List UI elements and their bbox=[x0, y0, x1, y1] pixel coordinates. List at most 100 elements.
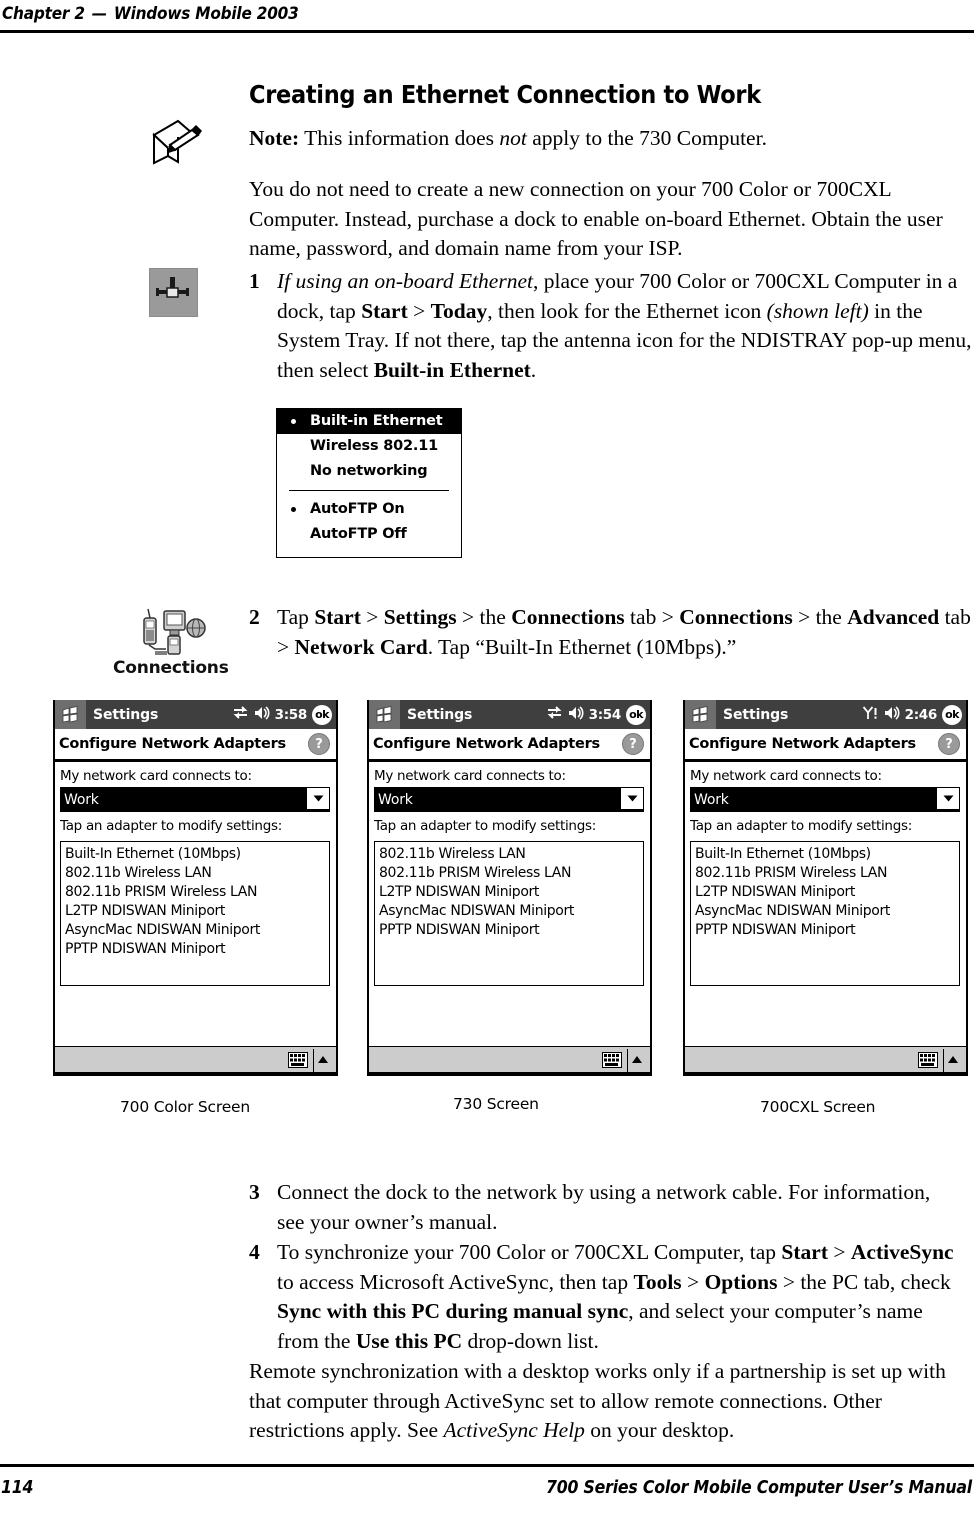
sip-expand-icon[interactable] bbox=[632, 1056, 642, 1063]
list-item[interactable]: PPTP NDISWAN Miniport bbox=[695, 921, 959, 940]
adapter-listbox[interactable]: Built-In Ethernet (10Mbps) 802.11b PRISM… bbox=[690, 841, 960, 986]
list-item[interactable]: 802.11b PRISM Wireless LAN bbox=[65, 883, 329, 902]
sip-expand-icon[interactable] bbox=[948, 1056, 958, 1063]
pda-page-header: Configure Network Adapters ? bbox=[685, 729, 966, 762]
menu-item-label: Wireless 802.11 bbox=[310, 438, 439, 454]
sync-arrows-icon[interactable] bbox=[547, 705, 563, 724]
step-4-bold-tools: Tools bbox=[633, 1269, 682, 1294]
step-2-text-2: tab > bbox=[624, 605, 680, 629]
step-4-gt-1: > bbox=[827, 1240, 851, 1264]
menu-item-autoftp-on[interactable]: AutoFTP On bbox=[277, 497, 461, 522]
list-label: Tap an adapter to modify settings: bbox=[60, 818, 282, 834]
select-value: Work bbox=[64, 791, 99, 808]
list-item[interactable]: L2TP NDISWAN Miniport bbox=[379, 883, 643, 902]
signal-alert-icon[interactable] bbox=[862, 705, 879, 724]
list-item[interactable]: L2TP NDISWAN Miniport bbox=[65, 902, 329, 921]
speaker-icon[interactable] bbox=[254, 705, 270, 724]
sip-baseline bbox=[369, 1072, 650, 1076]
step-3-number: 3 bbox=[249, 1180, 260, 1204]
step-2-bold-connections: Connections bbox=[679, 605, 793, 629]
list-item[interactable]: 802.11b PRISM Wireless LAN bbox=[379, 864, 643, 883]
pda-titlebar: Settings 3:58 ok bbox=[55, 700, 336, 729]
network-connects-to-select[interactable]: Work bbox=[690, 787, 960, 812]
list-item[interactable]: Built-In Ethernet (10Mbps) bbox=[695, 845, 959, 864]
pda-titlebar: Settings 3:54 ok bbox=[369, 700, 650, 729]
chevron-down-icon[interactable] bbox=[306, 788, 329, 809]
page-number: 114 bbox=[1, 1478, 34, 1498]
screenshot-700cxl: Settings 2:46 ok Configure Network Adapt… bbox=[683, 700, 968, 1076]
bullet-icon bbox=[291, 507, 296, 512]
adapter-listbox[interactable]: 802.11b Wireless LAN 802.11b PRISM Wirel… bbox=[374, 841, 644, 986]
step-4-bold-start: Start bbox=[781, 1240, 828, 1264]
list-item[interactable]: 802.11b Wireless LAN bbox=[379, 845, 643, 864]
manual-page: Chapter 2 — Windows Mobile 2003 Creating a… bbox=[0, 0, 974, 1519]
sync-arrows-icon[interactable] bbox=[233, 705, 249, 724]
start-button[interactable] bbox=[685, 700, 716, 729]
sip-baseline bbox=[685, 1072, 966, 1076]
list-item[interactable]: 802.11b PRISM Wireless LAN bbox=[695, 864, 959, 883]
running-head-chapter: Chapter 2 bbox=[2, 4, 85, 24]
list-item[interactable]: AsyncMac NDISWAN Miniport bbox=[65, 921, 329, 940]
list-label: Tap an adapter to modify settings: bbox=[374, 818, 596, 834]
clock[interactable]: 3:58 bbox=[275, 707, 308, 723]
ndistray-popup-menu[interactable]: Built-in Ethernet Wireless 802.11 No net… bbox=[276, 408, 462, 558]
note-paragraph: Note: This information does not apply to… bbox=[249, 124, 974, 154]
start-button[interactable] bbox=[55, 700, 86, 729]
list-item[interactable]: AsyncMac NDISWAN Miniport bbox=[379, 902, 643, 921]
menu-item-no-networking[interactable]: No networking bbox=[277, 459, 461, 484]
footer-rule bbox=[0, 1464, 974, 1467]
list-item[interactable]: 802.11b Wireless LAN bbox=[65, 864, 329, 883]
list-item[interactable]: PPTP NDISWAN Miniport bbox=[65, 940, 329, 959]
help-icon[interactable]: ? bbox=[938, 733, 960, 755]
adapter-listbox[interactable]: Built-In Ethernet (10Mbps) 802.11b Wirel… bbox=[60, 841, 330, 986]
note-text-italic: not bbox=[499, 126, 527, 150]
app-title: Settings bbox=[723, 706, 789, 723]
sip-expand-icon[interactable] bbox=[318, 1056, 328, 1063]
running-head-title: Windows Mobile 2003 bbox=[113, 4, 299, 24]
select-value: Work bbox=[378, 791, 413, 808]
list-item[interactable]: AsyncMac NDISWAN Miniport bbox=[695, 902, 959, 921]
keyboard-icon[interactable] bbox=[602, 1052, 622, 1068]
windows-flag-icon bbox=[692, 706, 708, 723]
sip-bar bbox=[685, 1046, 966, 1076]
chevron-down-icon[interactable] bbox=[620, 788, 643, 809]
step-4: 4 To synchronize your 700 Color or 700CX… bbox=[249, 1238, 967, 1356]
list-item[interactable]: Built-In Ethernet (10Mbps) bbox=[65, 845, 329, 864]
step-2-bold-connections-tab: Connections bbox=[511, 605, 625, 629]
ok-button[interactable]: ok bbox=[942, 704, 962, 725]
step-1-number: 1 bbox=[249, 269, 260, 293]
sip-divider bbox=[313, 1049, 314, 1073]
menu-item-built-in-ethernet[interactable]: Built-in Ethernet bbox=[277, 409, 461, 434]
network-connects-to-select[interactable]: Work bbox=[374, 787, 644, 812]
pda-page-title: Configure Network Adapters bbox=[59, 736, 286, 752]
ok-button[interactable]: ok bbox=[312, 704, 332, 725]
pda-page-title: Configure Network Adapters bbox=[373, 736, 600, 752]
keyboard-icon[interactable] bbox=[918, 1052, 938, 1068]
step-4-gt-2: > bbox=[681, 1269, 705, 1294]
step-4-bold-sync-checkbox: Sync with this PC during manual sync bbox=[277, 1299, 629, 1323]
step-1-text-1: If using an on-board Ethernet bbox=[277, 269, 533, 293]
connections-icon bbox=[139, 608, 213, 658]
clock[interactable]: 2:46 bbox=[905, 707, 938, 723]
list-item[interactable]: PPTP NDISWAN Miniport bbox=[379, 921, 643, 940]
speaker-icon[interactable] bbox=[568, 705, 584, 724]
select-value: Work bbox=[694, 791, 729, 808]
chevron-down-icon[interactable] bbox=[936, 788, 959, 809]
windows-flag-icon bbox=[62, 706, 78, 723]
network-connects-to-select[interactable]: Work bbox=[60, 787, 330, 812]
start-button[interactable] bbox=[369, 700, 400, 729]
clock[interactable]: 3:54 bbox=[589, 707, 622, 723]
keyboard-icon[interactable] bbox=[288, 1052, 308, 1068]
app-title: Settings bbox=[407, 706, 473, 723]
speaker-icon[interactable] bbox=[884, 705, 900, 724]
menu-item-autoftp-off[interactable]: AutoFTP Off bbox=[277, 522, 461, 547]
footer-manual-title: 700 Series Color Mobile Computer User’s … bbox=[546, 1478, 972, 1498]
list-item[interactable]: L2TP NDISWAN Miniport bbox=[695, 883, 959, 902]
help-icon[interactable]: ? bbox=[308, 733, 330, 755]
step-4-bold-activesync: ActiveSync bbox=[850, 1240, 954, 1264]
step-1-text-5: . bbox=[530, 357, 537, 382]
step-1-bold-start: Start bbox=[361, 298, 408, 323]
help-icon[interactable]: ? bbox=[622, 733, 644, 755]
menu-item-wireless-80211[interactable]: Wireless 802.11 bbox=[277, 434, 461, 459]
ok-button[interactable]: ok bbox=[626, 704, 646, 725]
